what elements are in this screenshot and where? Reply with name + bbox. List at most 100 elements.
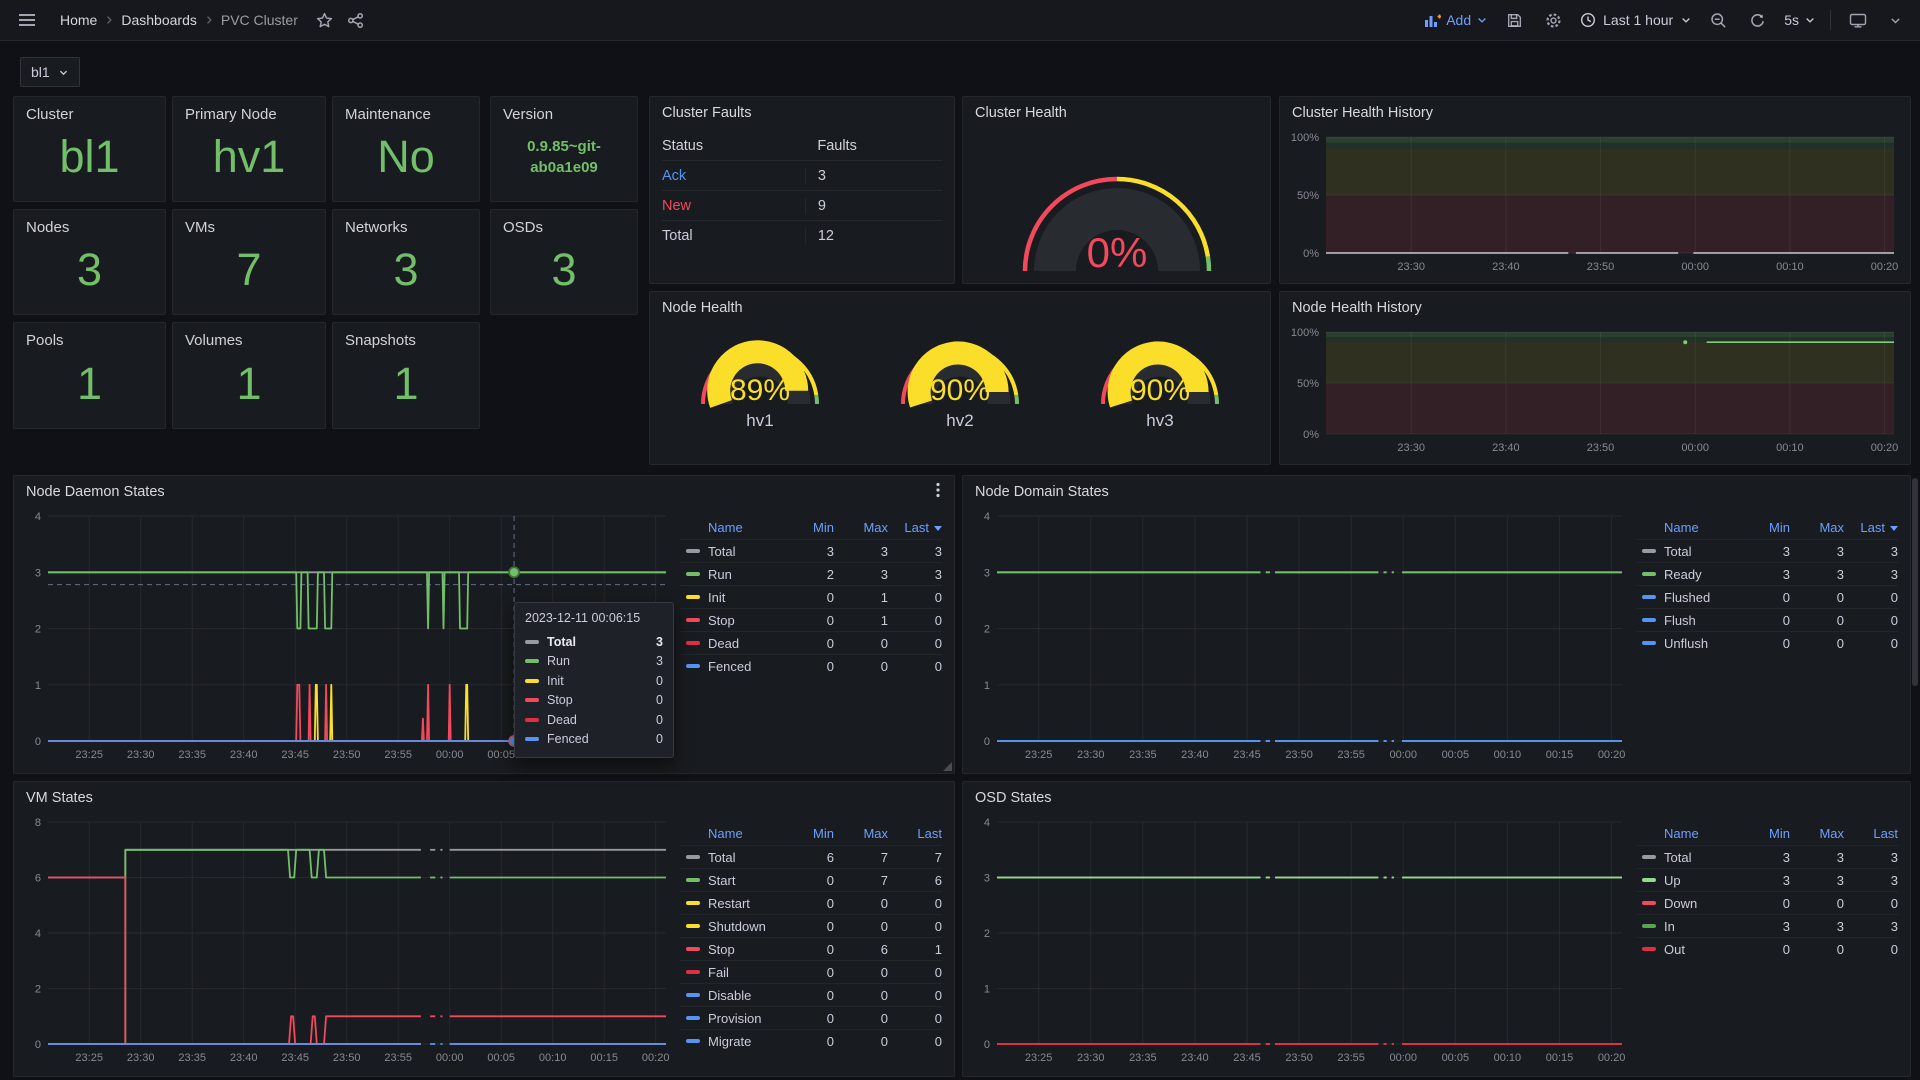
- series-toggle[interactable]: Run: [680, 567, 780, 582]
- legend-min: 0: [780, 1011, 834, 1026]
- fault-status: New: [662, 198, 805, 214]
- stat-title: Cluster: [26, 106, 74, 123]
- series-toggle[interactable]: Start: [680, 873, 780, 888]
- time-range-picker[interactable]: Last 1 hour: [1580, 12, 1692, 28]
- legend-header-min[interactable]: Min: [1736, 520, 1790, 535]
- legend-row: Provision000: [680, 1006, 942, 1029]
- zoom-out-icon[interactable]: [1706, 8, 1731, 33]
- series-toggle[interactable]: Ready: [1636, 567, 1736, 582]
- refresh-icon[interactable]: [1745, 8, 1770, 33]
- faults-header-status[interactable]: Status: [662, 138, 805, 154]
- add-button[interactable]: Add: [1424, 12, 1488, 28]
- svg-text:100%: 100%: [1291, 132, 1319, 144]
- legend-header-max[interactable]: Max: [834, 826, 888, 841]
- svg-text:00:15: 00:15: [1546, 749, 1574, 761]
- legend-row: Total677: [680, 845, 942, 868]
- series-toggle[interactable]: Provision: [680, 1011, 780, 1026]
- osd-states-chart[interactable]: 0123423:2523:3023:3523:4023:4523:5023:55…: [967, 812, 1636, 1072]
- legend-header-last[interactable]: Last: [888, 826, 942, 841]
- legend-max: 0: [834, 988, 888, 1003]
- series-toggle[interactable]: Total: [1636, 544, 1736, 559]
- series-toggle[interactable]: Stop: [680, 942, 780, 957]
- cluster-variable-dropdown[interactable]: bl1: [20, 57, 80, 87]
- svg-text:23:45: 23:45: [1233, 1052, 1261, 1064]
- svg-text:23:35: 23:35: [1129, 749, 1157, 761]
- series-color-swatch: [686, 618, 700, 622]
- svg-text:00:00: 00:00: [1681, 261, 1709, 273]
- series-toggle[interactable]: Shutdown: [680, 919, 780, 934]
- series-toggle[interactable]: Flushed: [1636, 590, 1736, 605]
- tooltip-series-value: 3: [656, 635, 663, 649]
- series-color-swatch: [686, 572, 700, 576]
- cluster-health-history-chart[interactable]: 0%50%100%23:3023:4023:5000:0000:1000:20: [1282, 127, 1904, 281]
- legend-header-last[interactable]: Last: [888, 520, 942, 535]
- stat-panel-version: Version 0.9.85~git-ab0a1e09: [490, 96, 638, 202]
- series-toggle[interactable]: Disable: [680, 988, 780, 1003]
- node-health-history-chart[interactable]: 0%50%100%23:3023:4023:5000:0000:1000:20: [1282, 322, 1904, 462]
- panel-node-health-history: Node Health History 0%50%100%23:3023:402…: [1279, 291, 1911, 465]
- series-toggle[interactable]: Total: [680, 544, 780, 559]
- vm-states-chart[interactable]: 0246823:2523:3023:3523:4023:4523:5023:55…: [18, 812, 680, 1072]
- legend-last: 0: [1844, 613, 1898, 628]
- menu-icon[interactable]: [14, 8, 40, 32]
- series-toggle[interactable]: Dead: [680, 636, 780, 651]
- legend-header-last[interactable]: Last: [1844, 520, 1898, 535]
- legend-row: Disable000: [680, 983, 942, 1006]
- kiosk-monitor-icon[interactable]: [1845, 8, 1871, 33]
- series-toggle[interactable]: Flush: [1636, 613, 1736, 628]
- legend-header: NameMinMaxLast: [680, 516, 942, 539]
- series-toggle[interactable]: Total: [680, 850, 780, 865]
- stat-panel-primary-node: Primary Node hv1: [172, 96, 326, 202]
- legend-header-max[interactable]: Max: [1790, 520, 1844, 535]
- series-toggle[interactable]: Stop: [680, 613, 780, 628]
- series-toggle[interactable]: Fail: [680, 965, 780, 980]
- legend-min: 0: [780, 1034, 834, 1049]
- legend-header-min[interactable]: Min: [1736, 826, 1790, 841]
- legend-header-max[interactable]: Max: [1790, 826, 1844, 841]
- refresh-interval-picker[interactable]: 5s: [1784, 12, 1816, 28]
- save-dashboard-icon[interactable]: [1502, 8, 1527, 33]
- cluster-variable-value: bl1: [31, 64, 50, 80]
- node-domain-states-chart[interactable]: 0123423:2523:3023:3523:4023:4523:5023:55…: [967, 506, 1636, 769]
- share-icon[interactable]: [343, 8, 368, 33]
- svg-text:23:35: 23:35: [178, 1052, 206, 1064]
- breadcrumb-home[interactable]: Home: [60, 12, 97, 28]
- legend-header-last[interactable]: Last: [1844, 826, 1898, 841]
- series-toggle[interactable]: Fenced: [680, 659, 780, 674]
- series-toggle[interactable]: Init: [680, 590, 780, 605]
- faults-header-faults[interactable]: Faults: [805, 138, 942, 154]
- scrollbar[interactable]: [1912, 478, 1918, 686]
- legend-header-name[interactable]: Name: [680, 520, 780, 535]
- svg-text:0: 0: [984, 1039, 990, 1051]
- star-icon[interactable]: [312, 8, 337, 33]
- panel-menu-kebab-icon[interactable]: [934, 482, 942, 502]
- legend-header-min[interactable]: Min: [780, 826, 834, 841]
- legend-header-name[interactable]: Name: [1636, 520, 1736, 535]
- legend-row: Run233: [680, 562, 942, 585]
- series-toggle[interactable]: Total: [1636, 850, 1736, 865]
- fault-status: Ack: [662, 168, 805, 184]
- series-toggle[interactable]: Unflush: [1636, 636, 1736, 651]
- svg-text:00:10: 00:10: [1494, 749, 1522, 761]
- panel-title: Node Health History: [1292, 300, 1422, 316]
- panel-resize-handle[interactable]: [943, 762, 952, 771]
- series-toggle[interactable]: Restart: [680, 896, 780, 911]
- series-toggle[interactable]: In: [1636, 919, 1736, 934]
- breadcrumb-dashboards[interactable]: Dashboards: [121, 12, 197, 28]
- series-toggle[interactable]: Migrate: [680, 1034, 780, 1049]
- legend-header-max[interactable]: Max: [834, 520, 888, 535]
- legend-header-min[interactable]: Min: [780, 520, 834, 535]
- legend-row: Unflush000: [1636, 631, 1898, 654]
- series-toggle[interactable]: Down: [1636, 896, 1736, 911]
- legend-header-name[interactable]: Name: [680, 826, 780, 841]
- series-color-swatch: [686, 641, 700, 645]
- legend-header-name[interactable]: Name: [1636, 826, 1736, 841]
- settings-gear-icon[interactable]: [1541, 8, 1566, 33]
- series-toggle[interactable]: Up: [1636, 873, 1736, 888]
- svg-text:2: 2: [35, 624, 41, 636]
- chevron-right-icon: [103, 14, 115, 26]
- node-health-gauge: 90%hv2: [885, 328, 1035, 431]
- svg-text:23:55: 23:55: [384, 749, 412, 761]
- series-toggle[interactable]: Out: [1636, 942, 1736, 957]
- chevron-down-icon[interactable]: [1885, 10, 1906, 31]
